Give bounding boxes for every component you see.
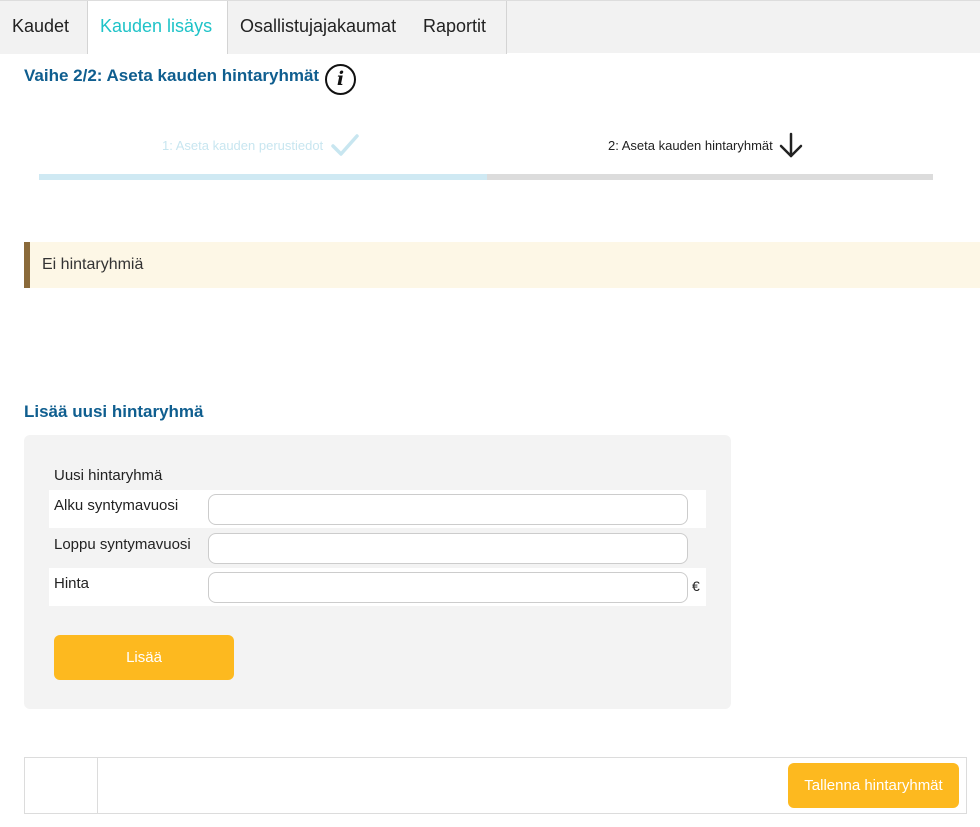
arrow-down-icon [779,132,803,158]
check-icon [331,134,359,156]
add-button[interactable]: Lisää [54,635,234,680]
end-year-label: Loppu syntymavuosi [54,536,191,553]
step-1-label: 1: Aseta kauden perustiedot [162,138,324,153]
form-heading: Uusi hintaryhmä [54,467,163,484]
form-row-end-year: Loppu syntymavuosi [49,529,706,567]
tab-osallistujajakaumat[interactable]: Osallistujajakaumat [228,1,412,54]
price-input[interactable] [208,572,688,603]
tab-kaudet[interactable]: Kaudet [0,1,88,54]
footer-cell [25,758,98,813]
page-title: Vaihe 2/2: Aseta kauden hintaryhmät [24,66,320,85]
start-year-input[interactable] [208,494,688,525]
tab-kauden-lisays[interactable]: Kauden lisäys [87,1,228,54]
save-price-groups-button[interactable]: Tallenna hintaryhmät [788,763,959,808]
end-year-input[interactable] [208,533,688,564]
progress-remaining [487,174,933,180]
tab-bar: Kaudet Kauden lisäys Osallistujajakaumat… [0,0,980,54]
no-price-groups-notice: Ei hintaryhmiä [24,242,980,288]
tab-raportit[interactable]: Raportit [411,1,507,54]
progress-completed [39,174,487,180]
price-label: Hinta [54,575,90,592]
step-2-label: 2: Aseta kauden hintaryhmät [608,138,773,153]
info-icon[interactable]: i [325,64,356,95]
currency-suffix: € [692,578,700,594]
start-year-label: Alku syntymavuosi [54,497,179,514]
form-row-start-year: Alku syntymavuosi [49,490,706,528]
add-group-title: Lisää uusi hintaryhmä [24,402,204,421]
form-row-price: Hinta € [49,568,706,606]
